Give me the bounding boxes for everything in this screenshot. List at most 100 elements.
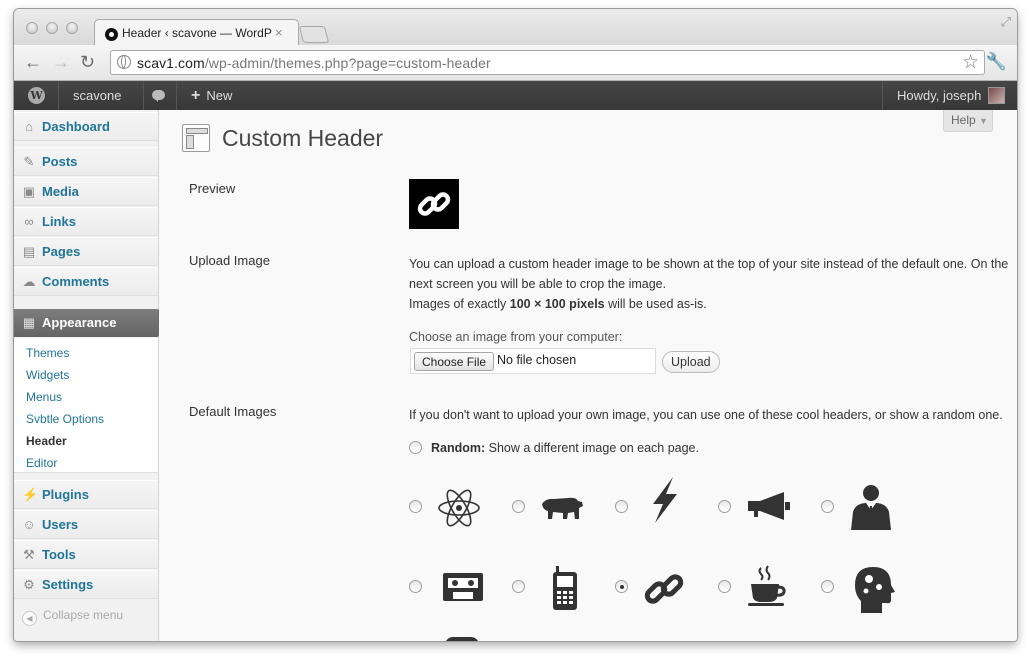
menu-label: Settings [42, 577, 94, 592]
upload-description-2: next screen you will be able to crop the… [409, 277, 667, 291]
reload-icon[interactable]: ↻ [80, 52, 95, 72]
comment-bubble-icon [152, 90, 165, 102]
appearance-icon: ▦ [22, 315, 36, 330]
chain-link-icon [641, 565, 689, 613]
upload-button[interactable]: Upload [662, 351, 720, 373]
plus-icon: + [191, 87, 201, 104]
url-text: scav1.com/wp-admin/themes.php?page=custo… [137, 55, 491, 71]
menu-users[interactable]: ☺ Users [14, 510, 158, 539]
collapse-menu-button[interactable]: ◀ Collapse menu [22, 608, 123, 626]
head-gears-icon [853, 565, 901, 613]
link-icon: ∞ [24, 214, 34, 229]
fullscreen-icon[interactable]: ⤢ [1001, 14, 1011, 30]
header-radio-cellphone[interactable] [512, 580, 525, 593]
coffee-cup-icon [747, 562, 795, 610]
page-title: Custom Header [222, 125, 384, 151]
menu-comments[interactable]: ☁ Comments [14, 267, 158, 296]
menu-dashboard[interactable]: ⌂ Dashboard [14, 112, 158, 141]
tab-bar: Header ‹ scavone — WordPress × ⤢ [14, 9, 1017, 47]
media-icon: ▣ [22, 184, 36, 199]
menu-label: Dashboard [42, 119, 110, 134]
tab-close-icon[interactable]: × [275, 25, 283, 40]
menu-plugins[interactable]: ⚡ Plugins [14, 480, 158, 509]
choose-image-label: Choose an image from your computer: [409, 330, 623, 344]
header-radio-lightning[interactable] [615, 500, 628, 513]
submenu-header[interactable]: Header [26, 434, 67, 448]
wrench-icon[interactable]: 🔧 [986, 52, 1007, 72]
new-tab-button[interactable] [298, 26, 330, 43]
default-images-label: Default Images [189, 404, 277, 419]
cassette-icon [441, 565, 489, 613]
menu-settings[interactable]: ⚙ Settings [14, 570, 158, 599]
header-radio-cassette[interactable] [409, 580, 422, 593]
forward-arrow-icon[interactable]: → [52, 52, 70, 72]
submenu-svbtle-options[interactable]: Svbtle Options [26, 412, 104, 426]
header-radio-chain-link[interactable] [615, 580, 628, 593]
header-radio-megaphone[interactable] [718, 500, 731, 513]
submenu-themes[interactable]: Themes [26, 346, 69, 360]
close-window-button[interactable] [26, 22, 38, 34]
tab-title: Header ‹ scavone — WordPress [122, 26, 272, 40]
menu-tools[interactable]: ⚒ Tools [14, 540, 158, 569]
wordpress-logo-icon: W [28, 87, 45, 104]
header-radio-head-gears[interactable] [821, 580, 834, 593]
new-label: New [206, 88, 233, 103]
header-radio-bear[interactable] [512, 500, 525, 513]
upload-description-1: You can upload a custom header image to … [409, 257, 1009, 271]
account-menu[interactable]: Howdy, joseph [882, 81, 1017, 110]
address-bar[interactable]: scav1.com/wp-admin/themes.php?page=custo… [110, 50, 985, 75]
globe-icon [117, 55, 131, 69]
wp-logo-menu[interactable]: W [14, 81, 59, 110]
new-content-menu[interactable]: + New [177, 81, 247, 110]
site-name-menu[interactable]: scavone [59, 81, 144, 110]
submenu-menus[interactable]: Menus [26, 390, 62, 404]
menu-label: Comments [42, 274, 110, 289]
main-content: Custom Header Help ▼ Preview Upload Imag… [159, 110, 1017, 641]
bookmark-star-icon[interactable]: ☆ [962, 51, 979, 74]
bear-icon [538, 484, 586, 532]
submenu-widgets[interactable]: Widgets [26, 368, 69, 382]
zoom-window-button[interactable] [66, 22, 78, 34]
menu-label: Media [42, 184, 79, 199]
menu-label: Appearance [42, 315, 117, 330]
menu-media[interactable]: ▣ Media [14, 177, 158, 206]
header-radio-businessman[interactable] [821, 500, 834, 513]
chain-link-icon [417, 192, 451, 216]
wordpress-favicon-icon [105, 28, 118, 41]
file-input[interactable]: Choose File No file chosen [410, 348, 656, 374]
wp-admin-bar: W scavone + New Howdy, joseph [14, 81, 1017, 110]
help-button[interactable]: Help ▼ [943, 110, 993, 132]
minimize-window-button[interactable] [46, 22, 58, 34]
no-file-text: No file chosen [497, 353, 577, 367]
menu-appearance[interactable]: ▦ Appearance [14, 309, 167, 337]
submenu-editor[interactable]: Editor [26, 456, 57, 470]
random-radio[interactable] [409, 441, 422, 454]
default-images-description: If you don't want to upload your own ima… [409, 408, 1003, 422]
choose-file-button[interactable]: Choose File [414, 352, 495, 371]
pin-icon: ✎ [23, 154, 35, 169]
pages-icon: ▤ [22, 244, 36, 259]
header-preview-image [409, 179, 459, 229]
admin-sidebar: ⌂ Dashboard ✎ Posts ▣ Media ∞ Links ▤ Pa… [14, 110, 167, 641]
upload-image-label: Upload Image [189, 253, 270, 268]
back-arrow-icon[interactable]: ← [24, 52, 42, 72]
header-radio-atom[interactable] [409, 500, 422, 513]
menu-links[interactable]: ∞ Links [14, 207, 158, 236]
menu-label: Users [42, 517, 79, 532]
plug-icon: ⚡ [22, 487, 39, 502]
random-option-label: Random: Show a different image on each p… [431, 441, 699, 455]
cellphone-icon [543, 562, 591, 610]
browser-tab[interactable]: Header ‹ scavone — WordPress × [94, 19, 299, 47]
upload-size-note: Images of exactly 100 × 100 pixels will … [409, 297, 707, 311]
menu-label: Links [42, 214, 76, 229]
browser-toolbar: ← → ↻ scav1.com/wp-admin/themes.php?page… [14, 45, 1017, 81]
comments-menu[interactable] [144, 81, 177, 110]
header-radio-coffee-cup[interactable] [718, 580, 731, 593]
menu-posts[interactable]: ✎ Posts [14, 147, 158, 176]
preview-label: Preview [189, 181, 236, 196]
menu-label: Plugins [42, 487, 89, 502]
megaphone-icon [744, 484, 792, 532]
next-header-icon [445, 637, 479, 641]
menu-pages[interactable]: ▤ Pages [14, 237, 158, 266]
atom-icon [435, 484, 483, 532]
